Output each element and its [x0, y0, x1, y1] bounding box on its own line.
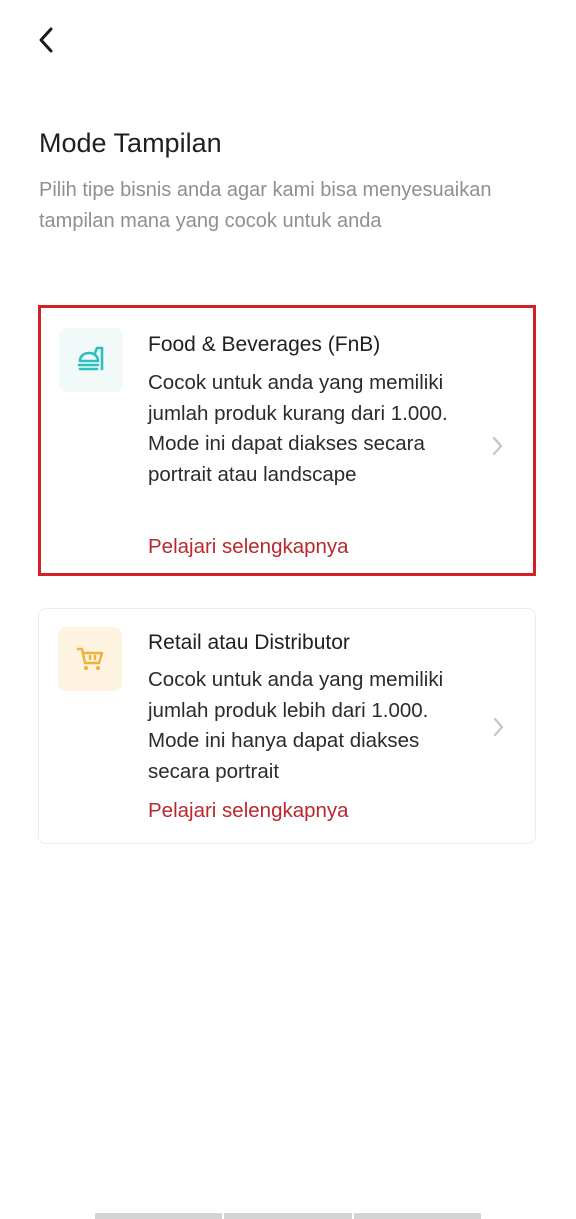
page-title: Mode Tampilan: [39, 128, 222, 158]
retail-title: Retail atau Distributor: [148, 631, 350, 654]
fnb-icon-container: [59, 328, 123, 392]
bottom-nav-indicator: [95, 1213, 481, 1219]
chevron-right-icon: [493, 717, 504, 737]
mode-card-fnb[interactable]: Food & Beverages (FnB) Cocok untuk anda …: [38, 305, 536, 576]
chevron-left-icon: [39, 27, 53, 53]
fnb-title: Food & Beverages (FnB): [148, 333, 381, 356]
retail-learn-more-link[interactable]: Pelajari selengkapnya: [148, 799, 349, 823]
nav-indicator-segment: [95, 1213, 223, 1219]
chevron-right-icon: [492, 436, 503, 456]
food-delivery-icon: [77, 346, 104, 371]
shopping-cart-icon: [76, 647, 104, 670]
display-mode-screen: Mode Tampilan Pilih tipe bisnis anda aga…: [0, 0, 576, 1219]
mode-card-retail[interactable]: Retail atau Distributor Cocok untuk anda…: [38, 608, 536, 844]
nav-indicator-segment: [224, 1213, 352, 1219]
back-button[interactable]: [28, 22, 64, 58]
retail-description: Cocok untuk anda yang memiliki jumlah pr…: [148, 668, 444, 783]
page-subtitle: Pilih tipe bisnis anda agar kami bisa me…: [39, 179, 492, 232]
fnb-learn-more-link[interactable]: Pelajari selengkapnya: [148, 535, 349, 559]
retail-icon-container: [58, 627, 122, 691]
nav-indicator-segment: [353, 1213, 481, 1219]
fnb-description: Cocok untuk anda yang memiliki jumlah pr…: [148, 371, 448, 486]
